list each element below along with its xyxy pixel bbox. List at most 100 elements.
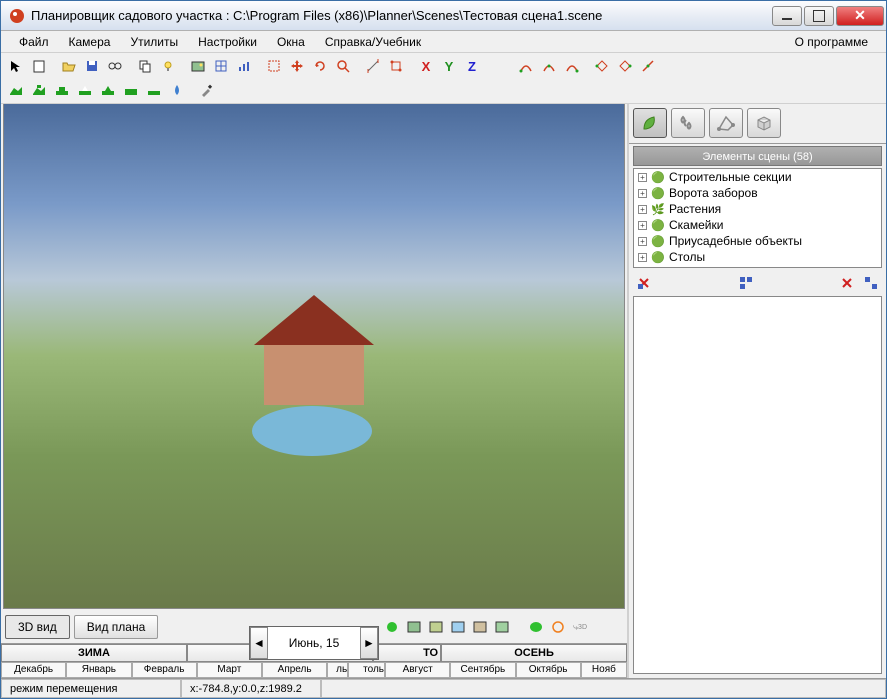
path-tool-4-icon[interactable]	[591, 55, 613, 77]
zoom-icon[interactable]	[332, 55, 354, 77]
viewport-3d[interactable]	[3, 104, 625, 609]
month-apr[interactable]: Апрель	[262, 662, 327, 678]
group-2-icon[interactable]	[860, 272, 882, 294]
expand-icon[interactable]: +	[638, 205, 647, 214]
month-jul[interactable]: толь	[348, 662, 385, 678]
scene-tree[interactable]: +🟢Строительные секции +🟢Ворота заборов +…	[633, 168, 882, 268]
expand-icon[interactable]: +	[638, 253, 647, 262]
tab-cube-icon[interactable]	[747, 108, 781, 138]
tree-item[interactable]: +🟢Строительные секции	[634, 169, 881, 185]
panel-content	[633, 296, 882, 674]
delete-red-icon[interactable]	[633, 272, 655, 294]
vt-3d-text-icon[interactable]: ⤷3D	[571, 618, 589, 636]
open-icon[interactable]	[58, 55, 80, 77]
vt-img2-icon[interactable]	[427, 618, 445, 636]
menu-about[interactable]: О программе	[785, 33, 878, 51]
minimize-button[interactable]	[772, 6, 802, 26]
month-dec[interactable]: Декабрь	[1, 662, 66, 678]
terrain-6-icon[interactable]	[120, 79, 142, 101]
folder-icon: 🟢	[651, 219, 665, 231]
expand-icon[interactable]: +	[638, 237, 647, 246]
menu-windows[interactable]: Окна	[267, 33, 315, 51]
tree-item[interactable]: +🟢Скамейки	[634, 217, 881, 233]
terrain-2-icon[interactable]	[28, 79, 50, 101]
move-icon[interactable]	[286, 55, 308, 77]
terrain-3-icon[interactable]	[51, 79, 73, 101]
month-nov[interactable]: Нояб	[581, 662, 627, 678]
season-autumn[interactable]: ОСЕНЬ	[441, 644, 627, 662]
tab-link-icon[interactable]	[671, 108, 705, 138]
date-prev-button[interactable]: ◄	[250, 627, 268, 659]
expand-icon[interactable]: +	[638, 173, 647, 182]
tree-item[interactable]: +🟢Ворота заборов	[634, 185, 881, 201]
close-button[interactable]: ✕	[836, 6, 884, 26]
vt-green-oval-icon[interactable]	[527, 618, 545, 636]
image-icon[interactable]	[187, 55, 209, 77]
vt-green-dot-icon[interactable]	[383, 618, 401, 636]
expand-icon[interactable]: +	[638, 221, 647, 230]
vt-img4-icon[interactable]	[471, 618, 489, 636]
new-icon[interactable]	[28, 55, 50, 77]
axis-z-button[interactable]: Z	[461, 55, 483, 77]
water-drop-icon[interactable]	[166, 79, 188, 101]
path-tool-1-icon[interactable]	[515, 55, 537, 77]
vt-img3-icon[interactable]	[449, 618, 467, 636]
path-tool-3-icon[interactable]	[561, 55, 583, 77]
month-may[interactable]: ль	[327, 662, 348, 678]
timeline: ЗИМА ВЕСНА ТО ОСЕНЬ ◄ Июнь, 15 ► Декабрь…	[1, 643, 627, 678]
menu-file[interactable]: Файл	[9, 33, 59, 51]
tree-item[interactable]: +🟢Приусадебные объекты	[634, 233, 881, 249]
chart-icon[interactable]	[233, 55, 255, 77]
menu-help[interactable]: Справка/Учебник	[315, 33, 431, 51]
vt-img1-icon[interactable]	[405, 618, 423, 636]
month-oct[interactable]: Октябрь	[516, 662, 581, 678]
copy-icon[interactable]	[134, 55, 156, 77]
menu-camera[interactable]: Камера	[59, 33, 121, 51]
path-tool-6-icon[interactable]	[637, 55, 659, 77]
menubar: Файл Камера Утилиты Настройки Окна Справ…	[1, 31, 886, 53]
month-aug[interactable]: Август	[385, 662, 450, 678]
date-next-button[interactable]: ►	[360, 627, 378, 659]
season-summer[interactable]: ТО	[373, 644, 441, 662]
panel-tabs	[629, 104, 886, 144]
path-tool-5-icon[interactable]	[614, 55, 636, 77]
month-sep[interactable]: Сентябрь	[450, 662, 515, 678]
menu-settings[interactable]: Настройки	[188, 33, 267, 51]
titlebar: Планировщик садового участка : C:\Progra…	[1, 1, 886, 31]
season-winter[interactable]: ЗИМА	[1, 644, 187, 662]
light-icon[interactable]	[157, 55, 179, 77]
vt-img5-icon[interactable]	[493, 618, 511, 636]
delete-red-2-icon[interactable]	[836, 272, 858, 294]
terrain-4-icon[interactable]	[74, 79, 96, 101]
tab-shape-icon[interactable]	[709, 108, 743, 138]
month-jan[interactable]: Январь	[66, 662, 131, 678]
terrain-5-icon[interactable]	[97, 79, 119, 101]
terrain-1-icon[interactable]	[5, 79, 27, 101]
binoculars-icon[interactable]	[104, 55, 126, 77]
select-box-icon[interactable]	[263, 55, 285, 77]
menu-utilities[interactable]: Утилиты	[120, 33, 188, 51]
tree-item[interactable]: +🌿Растения	[634, 201, 881, 217]
group-icon[interactable]	[735, 272, 757, 294]
month-feb[interactable]: Февраль	[132, 662, 197, 678]
vt-circle-icon[interactable]	[549, 618, 567, 636]
view-plan-button[interactable]: Вид плана	[74, 615, 159, 639]
snap-icon[interactable]	[385, 55, 407, 77]
save-icon[interactable]	[81, 55, 103, 77]
maximize-button[interactable]	[804, 6, 834, 26]
tree-item[interactable]: +🟢Столы	[634, 249, 881, 265]
pointer-icon[interactable]	[5, 55, 27, 77]
expand-icon[interactable]: +	[638, 189, 647, 198]
tab-leaf-icon[interactable]	[633, 108, 667, 138]
eyedropper-icon[interactable]	[196, 79, 218, 101]
view-3d-button[interactable]: 3D вид	[5, 615, 70, 639]
rotate-icon[interactable]	[309, 55, 331, 77]
axis-x-button[interactable]: X	[415, 55, 437, 77]
terrain-7-icon[interactable]	[143, 79, 165, 101]
axis-y-button[interactable]: Y	[438, 55, 460, 77]
grid-icon[interactable]	[210, 55, 232, 77]
path-tool-2-icon[interactable]	[538, 55, 560, 77]
month-mar[interactable]: Март	[197, 662, 262, 678]
measure-icon[interactable]	[362, 55, 384, 77]
status-coords: x:-784.8,y:0.0,z:1989.2	[181, 679, 321, 698]
